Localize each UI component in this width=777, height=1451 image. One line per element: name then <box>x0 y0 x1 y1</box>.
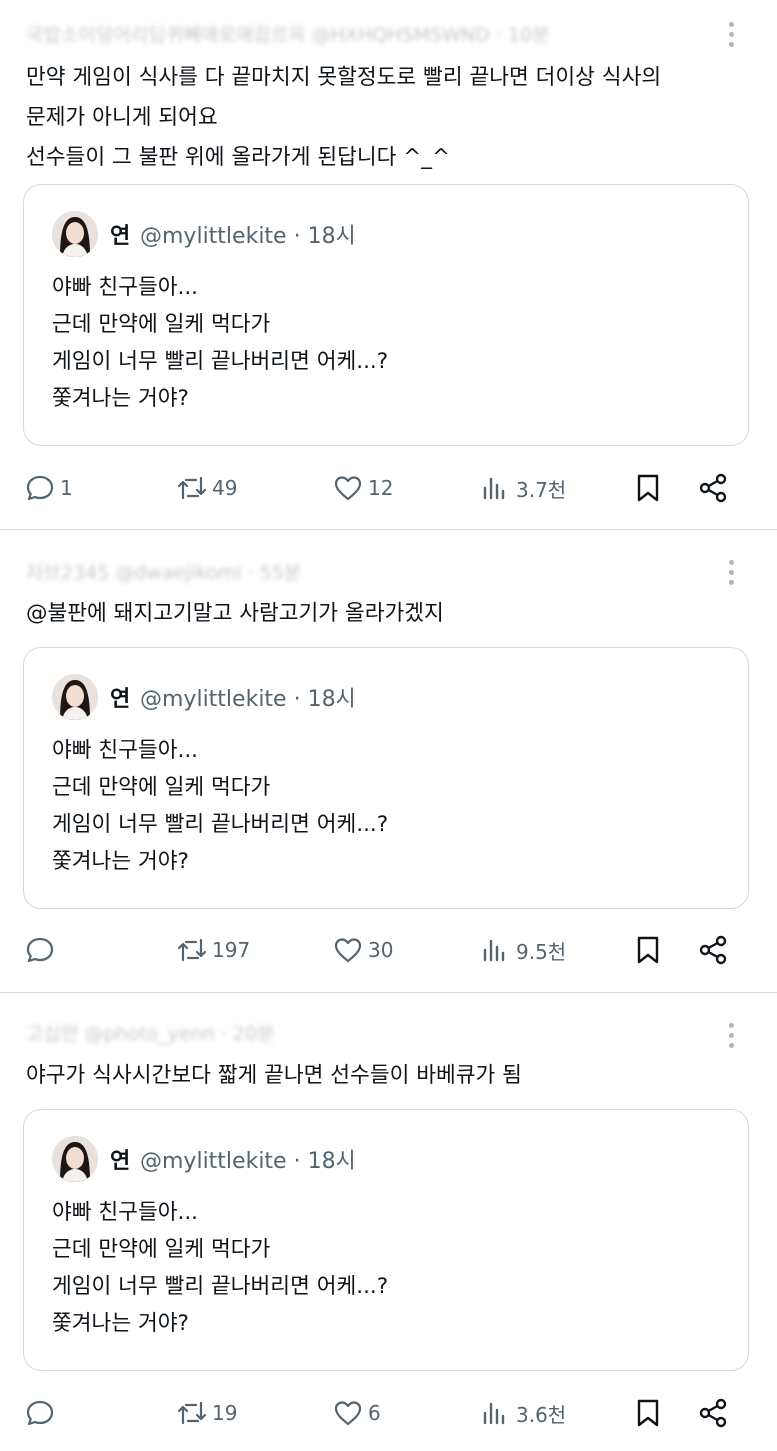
bookmark-button[interactable] <box>632 1393 664 1433</box>
quoted-author-handle-time: @mylittlekite · 18시 <box>140 224 356 249</box>
avatar[interactable] <box>52 1136 98 1182</box>
views-button[interactable]: 3.6천 <box>480 1393 566 1433</box>
quoted-tweet[interactable]: 연 @mylittlekite · 18시 야빠 친구들아... 근데 만약에 … <box>23 1109 749 1371</box>
quoted-tweet-text: 야빠 친구들아... 근데 만약에 일케 먹다가 게임이 너무 빨리 끝나버리면… <box>52 269 388 417</box>
tweet-text: 야구가 식사시간보다 짧게 끝나면 선수들이 바베큐가 됨 <box>26 1056 522 1096</box>
tweet[interactable]: 국밥소이덩어리딥퀴빼애로애끕르윽 @HXHQHSMSWND · 10분 만약 게… <box>0 0 777 528</box>
tweet-header: 국밥소이덩어리딥퀴빼애로애끕르윽 @HXHQHSMSWND · 10분 <box>26 20 666 46</box>
retweet-button[interactable]: 197 <box>176 930 250 970</box>
quoted-text-line: 게임이 너무 빨리 끝나버리면 어케...? <box>52 1274 389 1299</box>
quoted-text-line: 야빠 친구들아... <box>52 1200 199 1225</box>
tweet-header: 고십만 @photo_yenn · 20분 <box>26 1019 386 1045</box>
tweet-actions: 197 30 9.5천 <box>0 930 777 970</box>
share-icon <box>699 935 727 965</box>
quoted-text-line: 근데 만약에 일케 먹다가 <box>52 312 271 337</box>
quoted-text-line: 게임이 너무 빨리 끝나버리면 어케...? <box>52 812 389 837</box>
more-options-icon[interactable] <box>725 560 737 590</box>
bookmark-icon <box>637 1399 659 1427</box>
like-count: 12 <box>368 476 394 500</box>
views-count: 9.5천 <box>516 939 567 964</box>
tweet-text-line: @불판에 돼지고기말고 사람고기가 올라가겠지 <box>26 601 444 626</box>
like-count: 6 <box>368 1401 381 1425</box>
quoted-author-handle-time: @mylittlekite · 18시 <box>140 687 356 712</box>
views-count: 3.7천 <box>516 477 567 502</box>
quoted-text-line: 야빠 친구들아... <box>52 738 199 763</box>
share-icon <box>699 473 727 503</box>
views-button[interactable]: 9.5천 <box>480 930 566 970</box>
avatar[interactable] <box>52 674 98 720</box>
tweet-text-line: 선수들이 그 불판 위에 올라가게 된답니다 ^_^ <box>26 145 451 170</box>
bookmark-button[interactable] <box>632 930 664 970</box>
heart-icon <box>334 1401 362 1426</box>
tweet-text: 만약 게임이 식사를 다 끝마치지 못할정도로 빨리 끝나면 더이상 식사의 문… <box>26 58 661 178</box>
avatar[interactable] <box>52 211 98 257</box>
tweet-text: @불판에 돼지고기말고 사람고기가 올라가겠지 <box>26 594 444 634</box>
quoted-tweet-text: 야빠 친구들아... 근데 만약에 일케 먹다가 게임이 너무 빨리 끝나버리면… <box>52 732 388 880</box>
quoted-text-line: 근데 만약에 일케 먹다가 <box>52 775 271 800</box>
tweet-header: 자브2345 @dwaejikomi · 55분 <box>26 558 426 584</box>
retweet-count: 19 <box>212 1401 238 1425</box>
speech-bubble-icon <box>26 1400 54 1426</box>
retweet-arrows-icon <box>177 1401 207 1425</box>
speech-bubble-icon <box>26 475 54 501</box>
like-button[interactable]: 12 <box>332 468 393 508</box>
retweet-button[interactable]: 49 <box>176 468 237 508</box>
bookmark-icon <box>637 474 659 502</box>
retweet-count: 197 <box>212 938 251 962</box>
share-button[interactable] <box>697 930 729 970</box>
views-button[interactable]: 3.7천 <box>480 468 566 508</box>
quoted-author-handle-time: @mylittlekite · 18시 <box>140 1149 356 1174</box>
retweet-arrows-icon <box>177 476 207 500</box>
heart-icon <box>334 938 362 963</box>
tweet-actions: 1 49 12 3.7천 <box>0 468 777 508</box>
quoted-author-name[interactable]: 연 <box>110 218 130 250</box>
tweet-header-text: 고십만 @photo_yenn · 20분 <box>26 1023 275 1045</box>
bar-chart-icon <box>483 939 505 962</box>
like-button[interactable]: 6 <box>332 1393 381 1433</box>
tweet-header-text: 국밥소이덩어리딥퀴빼애로애끕르윽 @HXHQHSMSWND · 10분 <box>26 24 550 46</box>
share-button[interactable] <box>697 1393 729 1433</box>
tweet-text-line: 만약 게임이 식사를 다 끝마치지 못할정도로 빨리 끝나면 더이상 식사의 <box>26 65 662 90</box>
bookmark-icon <box>637 936 659 964</box>
quoted-tweet[interactable]: 연 @mylittlekite · 18시 야빠 친구들아... 근데 만약에 … <box>23 184 749 446</box>
tweet-header-text: 자브2345 @dwaejikomi · 55분 <box>26 562 302 584</box>
bar-chart-icon <box>483 477 505 500</box>
reply-button[interactable] <box>24 1393 60 1433</box>
tweet[interactable]: 고십만 @photo_yenn · 20분 야구가 식사시간보다 짧게 끝나면 … <box>0 993 777 1451</box>
tweet-text-line: 야구가 식사시간보다 짧게 끝나면 선수들이 바베큐가 됨 <box>26 1063 522 1088</box>
like-button[interactable]: 30 <box>332 930 393 970</box>
quoted-tweet-text: 야빠 친구들아... 근데 만약에 일케 먹다가 게임이 너무 빨리 끝나버리면… <box>52 1194 388 1342</box>
quoted-author-name[interactable]: 연 <box>110 1143 130 1175</box>
retweet-button[interactable]: 19 <box>176 1393 237 1433</box>
like-count: 30 <box>368 938 394 962</box>
reply-count: 1 <box>60 476 73 500</box>
share-button[interactable] <box>697 468 729 508</box>
bookmark-button[interactable] <box>632 468 664 508</box>
quoted-text-line: 쫓겨나는 거야? <box>52 1311 189 1336</box>
quoted-text-line: 게임이 너무 빨리 끝나버리면 어케...? <box>52 349 389 374</box>
more-options-icon[interactable] <box>725 1023 737 1053</box>
quoted-text-line: 근데 만약에 일케 먹다가 <box>52 1237 271 1262</box>
quoted-tweet[interactable]: 연 @mylittlekite · 18시 야빠 친구들아... 근데 만약에 … <box>23 647 749 909</box>
tweet-actions: 19 6 3.6천 <box>0 1393 777 1433</box>
speech-bubble-icon <box>26 937 54 963</box>
reply-button[interactable]: 1 <box>24 468 73 508</box>
tweet-text-line: 문제가 아니게 되어요 <box>26 105 218 130</box>
retweet-count: 49 <box>212 476 238 500</box>
retweet-arrows-icon <box>177 938 207 962</box>
quoted-text-line: 쫓겨나는 거야? <box>52 386 189 411</box>
share-icon <box>699 1398 727 1428</box>
quoted-author-name[interactable]: 연 <box>110 681 130 713</box>
quoted-text-line: 쫓겨나는 거야? <box>52 849 189 874</box>
quoted-text-line: 야빠 친구들아... <box>52 275 199 300</box>
views-count: 3.6천 <box>516 1402 567 1427</box>
tweet[interactable]: 자브2345 @dwaejikomi · 55분 @불판에 돼지고기말고 사람고… <box>0 530 777 992</box>
heart-icon <box>334 476 362 501</box>
more-options-icon[interactable] <box>725 22 737 52</box>
bar-chart-icon <box>483 1402 505 1425</box>
reply-button[interactable] <box>24 930 60 970</box>
